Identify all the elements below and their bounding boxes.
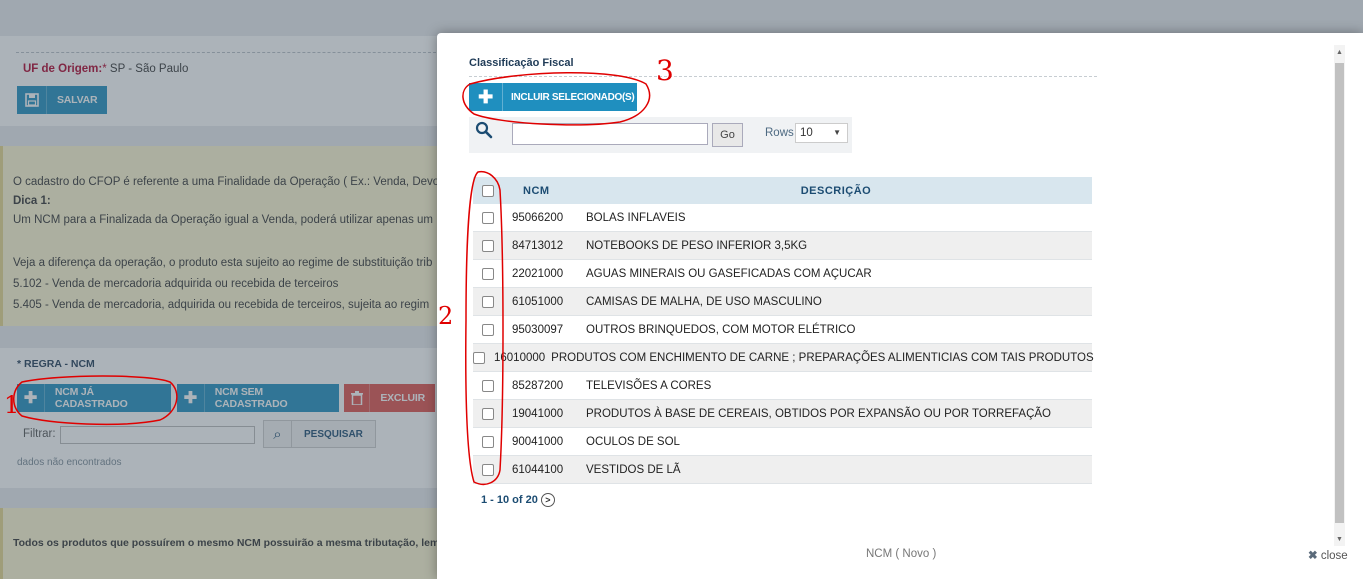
pagination: 1 - 10 of 20 > [481,493,555,507]
ncm-description: NOTEBOOKS DE PESO INFERIOR 3,5KG [586,239,808,252]
close-button[interactable]: ✖ close [1308,548,1348,562]
table-header: NCM DESCRIÇÃO [473,177,1092,204]
ncm-code: 19041000 [512,407,564,420]
search-input[interactable] [512,123,708,145]
modal-title: Classificação Fiscal [469,57,574,69]
column-header-ncm[interactable]: NCM [503,185,580,197]
table-row[interactable]: 84713012 NOTEBOOKS DE PESO INFERIOR 3,5K… [473,232,1092,260]
ncm-description: OCULOS DE SOL [586,435,680,448]
title-divider [469,76,1097,77]
chevron-down-icon: ▼ [833,128,841,137]
plus-icon: ✚ [469,83,503,111]
ncm-table: NCM DESCRIÇÃO 95066200 BOLAS INFLAVEIS 8… [473,177,1094,484]
include-selected-button[interactable]: ✚ INCLUIR SELECIONADO(S) [469,83,637,111]
ncm-description: AGUAS MINERAIS OU GASEFICADAS COM AÇUCAR [586,267,872,280]
scroll-down-icon[interactable]: ▼ [1334,532,1345,546]
ncm-code: 22021000 [512,267,564,280]
row-checkbox[interactable] [482,323,494,336]
table-row[interactable]: 61051000 CAMISAS DE MALHA, DE USO MASCUL… [473,288,1092,316]
ncm-code: 95030097 [512,323,564,336]
ncm-description: CAMISAS DE MALHA, DE USO MASCULINO [586,295,822,308]
row-checkbox[interactable] [482,379,494,392]
row-checkbox[interactable] [482,295,494,308]
pagination-text: 1 - 10 of 20 [481,494,538,506]
ncm-code: 16010000 [494,351,546,364]
table-row[interactable]: 90041000 OCULOS DE SOL [473,428,1092,456]
ncm-code: 61044100 [512,463,564,476]
table-row[interactable]: 22021000 AGUAS MINERAIS OU GASEFICADAS C… [473,260,1092,288]
rows-label: Rows [765,127,794,139]
table-row[interactable]: 16010000 PRODUTOS COM ENCHIMENTO DE CARN… [473,344,1094,372]
chevron-right-icon[interactable]: > [540,493,555,507]
ncm-description: PRODUTOS COM ENCHIMENTO DE CARNE ; PREPA… [551,351,1094,364]
row-checkbox[interactable] [482,239,494,252]
scrollbar[interactable]: ▲ ▼ [1334,45,1345,546]
modal-footer-title: NCM ( Novo ) [866,548,937,560]
close-label: close [1320,550,1348,562]
rows-value: 10 [800,127,813,139]
ncm-description: OUTROS BRINQUEDOS, COM MOTOR ELÉTRICO [586,323,856,336]
table-row[interactable]: 85287200 TELEVISÕES A CORES [473,372,1092,400]
search-bar: Go Rows 10 ▼ [469,117,852,153]
close-icon: ✖ [1308,550,1318,562]
include-selected-label: INCLUIR SELECIONADO(S) [511,91,635,103]
row-checkbox[interactable] [473,351,485,364]
ncm-description: BOLAS INFLAVEIS [586,211,686,224]
rows-select[interactable]: 10 ▼ [795,123,848,143]
ncm-code: 84713012 [512,239,564,252]
ncm-modal: Classificação Fiscal ✚ INCLUIR SELECIONA… [437,33,1363,579]
row-checkbox[interactable] [482,463,494,476]
ncm-code: 85287200 [512,379,564,392]
go-button[interactable]: Go [712,123,743,147]
ncm-description: PRODUTOS À BASE DE CEREAIS, OBTIDOS POR … [586,407,1052,420]
row-checkbox[interactable] [482,435,494,448]
table-row[interactable]: 19041000 PRODUTOS À BASE DE CEREAIS, OBT… [473,400,1092,428]
row-checkbox[interactable] [482,211,494,224]
ncm-code: 90041000 [512,435,564,448]
ncm-description: VESTIDOS DE LÃ [586,463,681,476]
search-icon [475,121,493,144]
scroll-thumb[interactable] [1335,63,1344,523]
ncm-code: 95066200 [512,211,564,224]
table-row[interactable]: 95066200 BOLAS INFLAVEIS [473,204,1092,232]
row-checkbox[interactable] [482,267,494,280]
ncm-description: TELEVISÕES A CORES [586,379,712,392]
scroll-up-icon[interactable]: ▲ [1334,45,1345,59]
ncm-code: 61051000 [512,295,564,308]
table-row[interactable]: 95030097 OUTROS BRINQUEDOS, COM MOTOR EL… [473,316,1092,344]
select-all-checkbox[interactable] [482,184,494,197]
row-checkbox[interactable] [482,407,494,420]
column-header-description[interactable]: DESCRIÇÃO [580,185,1092,197]
table-row[interactable]: 61044100 VESTIDOS DE LÃ [473,456,1092,484]
